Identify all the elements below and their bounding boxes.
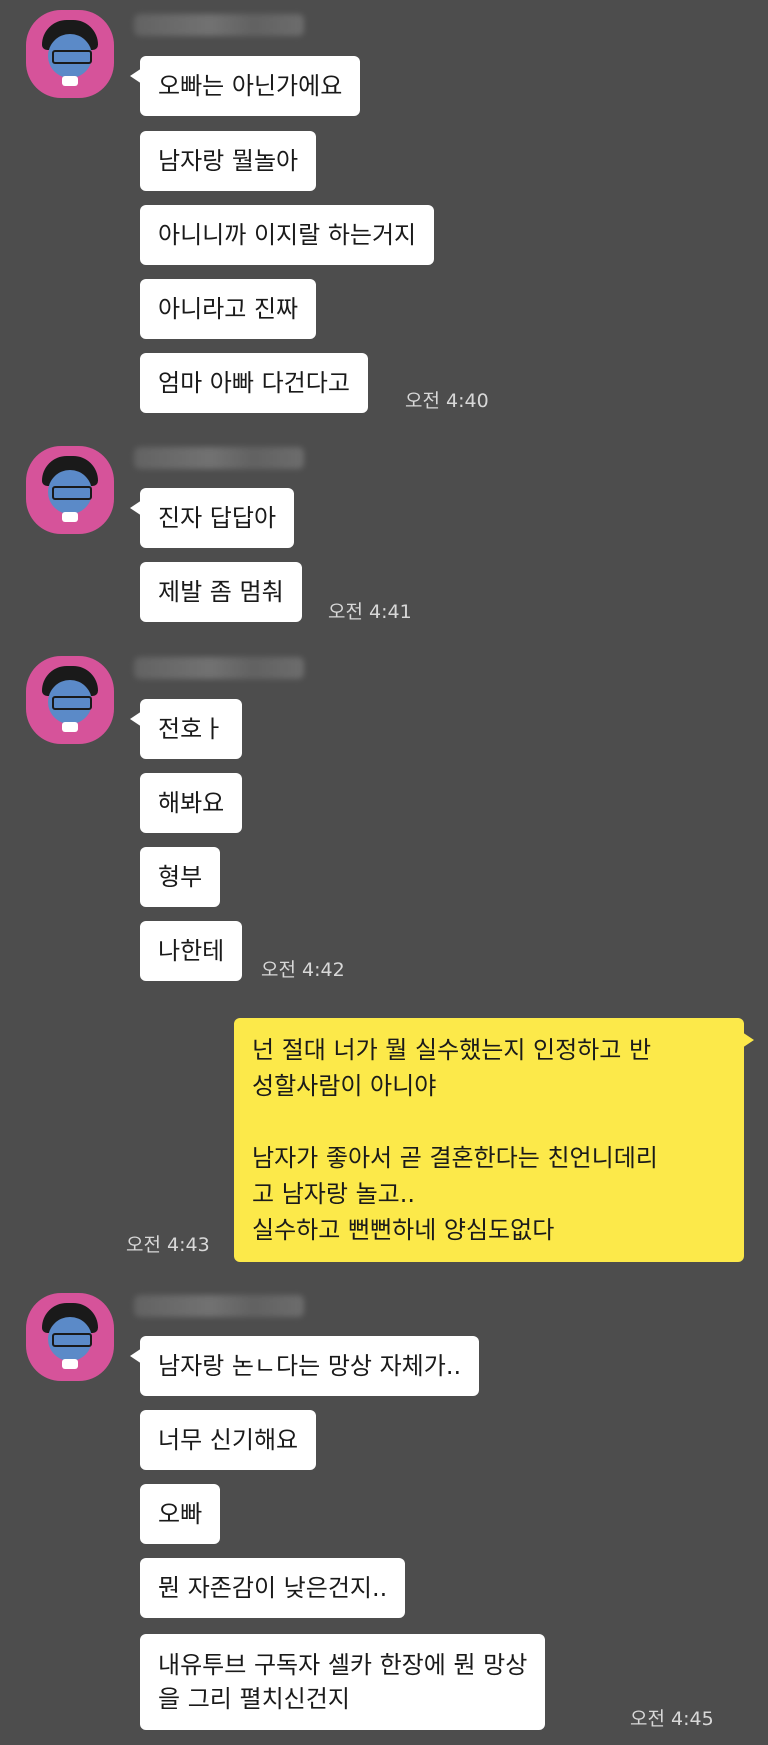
- sender-name: [134, 657, 304, 679]
- profile-avatar-icon[interactable]: [26, 1293, 114, 1381]
- message-line: 실수하고 뻔뻔하네 양심도없다: [252, 1216, 555, 1244]
- message-text: 뭔 자존감이 낮은건지..: [158, 1574, 388, 1602]
- message-text: 엄마 아빠 다건다고: [158, 369, 350, 397]
- message-text: 남자랑 뭘놀아: [158, 147, 299, 175]
- message-text: 해봐요: [158, 789, 225, 817]
- message-bubble[interactable]: 뭔 자존감이 낮은건지..: [140, 1558, 406, 1618]
- message-bubble[interactable]: 제발 좀 멈춰: [140, 562, 302, 622]
- message-line: 넌 절대 너가 뭘 실수했는지 인정하고 반: [252, 1036, 652, 1064]
- profile-avatar-icon[interactable]: [26, 446, 114, 534]
- message-bubble[interactable]: 오빠: [140, 1484, 221, 1544]
- message-line: 남자가 좋아서 곧 결혼한다는 친언니데리: [252, 1144, 658, 1172]
- message-timestamp: 오전 4:45: [630, 1708, 714, 1730]
- message-timestamp: 오전 4:42: [261, 959, 345, 981]
- message-text: 너무 신기해요: [158, 1426, 299, 1454]
- message-bubble[interactable]: 남자랑 뭘놀아: [140, 131, 317, 191]
- message-line: [252, 1104, 726, 1140]
- message-bubble[interactable]: 남자랑 논ㄴ다는 망상 자체가..: [129, 1336, 480, 1396]
- message-text: 아니라고 진짜: [158, 295, 299, 323]
- sender-name: [134, 14, 304, 36]
- message-bubble[interactable]: 진자 답답아: [129, 488, 295, 548]
- chat-window: 오빠는 아닌가에요 남자랑 뭘놀아 아니니까 이지랄 하는거지 아니라고 진짜 …: [0, 0, 768, 1745]
- message-bubble[interactable]: 내유투브 구독자 셀카 한장에 뭔 망상 을 그리 펼치신건지: [140, 1634, 546, 1730]
- message-text: 아니니까 이지랄 하는거지: [158, 221, 417, 249]
- message-line: 성할사람이 아니야: [252, 1072, 437, 1100]
- message-text: 제발 좀 멈춰: [158, 578, 284, 606]
- message-timestamp: 오전 4:41: [328, 601, 412, 623]
- sender-name: [134, 447, 304, 469]
- message-text: 전호ㅏ: [158, 715, 225, 743]
- sender-name: [134, 1295, 304, 1317]
- message-text: 남자랑 논ㄴ다는 망상 자체가..: [158, 1352, 462, 1380]
- message-line: 을 그리 펼치신건지: [158, 1685, 350, 1713]
- message-text: 오빠: [158, 1500, 203, 1528]
- message-bubble[interactable]: 형부: [140, 847, 221, 907]
- message-bubble[interactable]: 아니니까 이지랄 하는거지: [140, 205, 435, 265]
- message-bubble[interactable]: 엄마 아빠 다건다고: [140, 353, 368, 413]
- message-bubble[interactable]: 해봐요: [140, 773, 243, 833]
- message-line: 내유투브 구독자 셀카 한장에 뭔 망상: [158, 1651, 528, 1679]
- profile-avatar-icon[interactable]: [26, 656, 114, 744]
- message-text: 형부: [158, 863, 203, 891]
- message-timestamp: 오전 4:40: [405, 390, 489, 412]
- message-bubble[interactable]: 아니라고 진짜: [140, 279, 317, 339]
- profile-avatar-icon[interactable]: [26, 10, 114, 98]
- message-text: 진자 답답아: [158, 504, 277, 532]
- message-text: 나한테: [158, 937, 225, 965]
- message-bubble[interactable]: 오빠는 아닌가에요: [129, 56, 361, 116]
- message-timestamp: 오전 4:43: [126, 1234, 210, 1256]
- message-bubble[interactable]: 너무 신기해요: [140, 1410, 317, 1470]
- outgoing-message-bubble[interactable]: 넌 절대 너가 뭘 실수했는지 인정하고 반 성할사람이 아니야 남자가 좋아서…: [234, 1018, 754, 1262]
- message-bubble[interactable]: 전호ㅏ: [129, 699, 243, 759]
- message-line: 고 남자랑 놀고..: [252, 1180, 415, 1208]
- message-bubble[interactable]: 나한테: [140, 921, 243, 981]
- message-text: 오빠는 아닌가에요: [158, 72, 343, 100]
